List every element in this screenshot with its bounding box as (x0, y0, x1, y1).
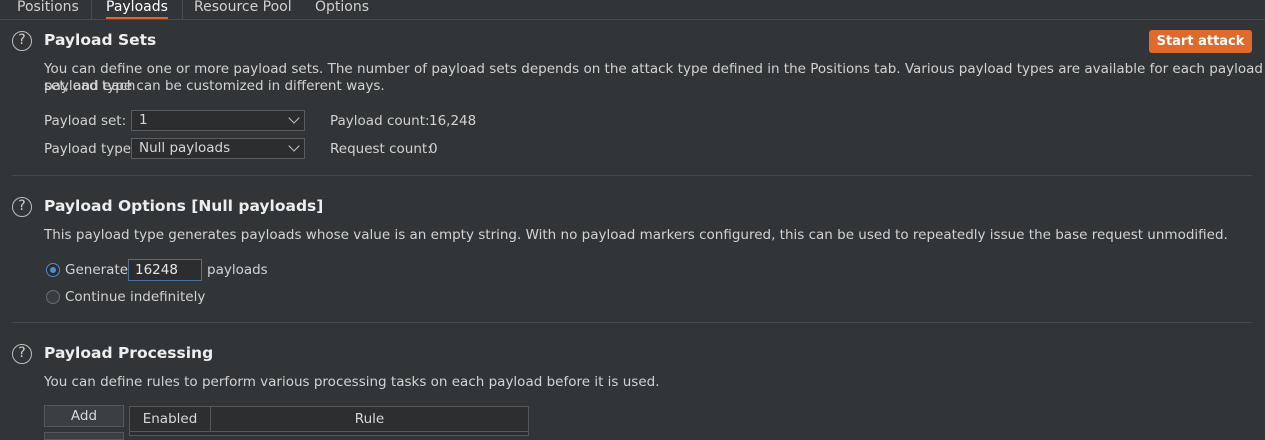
payload-type-select[interactable]: Null payloads (131, 138, 305, 159)
column-header-rule[interactable]: Rule (211, 407, 528, 432)
tab-options[interactable]: Options (315, 0, 369, 19)
payload-set-value: 1 (139, 112, 148, 128)
chevron-down-icon (288, 140, 300, 152)
payload-processing-description: You can define rules to perform various … (44, 374, 660, 390)
payload-sets-title: Payload Sets (44, 31, 157, 49)
chevron-down-icon (288, 112, 300, 124)
payload-set-label: Payload set: (44, 113, 127, 129)
continue-indefinitely-label: Continue indefinitely (65, 289, 206, 305)
section-divider (12, 175, 1252, 176)
request-count-label: Request count: (330, 141, 432, 157)
payload-type-value: Null payloads (139, 140, 231, 156)
payload-type-label: Payload type: (44, 141, 136, 157)
generate-count-input[interactable]: 16248 (128, 259, 202, 281)
payload-options-title: Payload Options [Null payloads] (44, 197, 324, 215)
generate-label: Generate (65, 262, 129, 278)
tab-payloads[interactable]: Payloads (91, 0, 183, 19)
payload-sets-description-line2: payload type can be customized in differ… (44, 78, 385, 94)
payload-processing-title: Payload Processing (44, 344, 214, 362)
add-rule-button[interactable]: Add (44, 405, 124, 427)
request-count-value: 0 (429, 141, 438, 157)
section-divider (12, 322, 1252, 323)
help-icon[interactable]: ? (12, 31, 32, 51)
tab-positions[interactable]: Positions (17, 0, 79, 19)
payload-count-label: Payload count: (330, 113, 430, 129)
column-header-enabled[interactable]: Enabled (130, 407, 211, 432)
edit-rule-button[interactable] (44, 432, 124, 440)
payload-set-select[interactable]: 1 (131, 110, 305, 131)
help-icon[interactable]: ? (12, 197, 32, 217)
payloads-suffix-label: payloads (207, 262, 268, 278)
start-attack-button[interactable]: Start attack (1149, 30, 1252, 53)
tab-resource-pool[interactable]: Resource Pool (194, 0, 292, 19)
continue-indefinitely-radio[interactable] (46, 290, 60, 304)
generate-radio[interactable] (46, 263, 60, 277)
help-icon[interactable]: ? (12, 344, 32, 364)
processing-rules-table: Enabled Rule (129, 406, 529, 436)
payload-count-value: 16,248 (429, 113, 477, 129)
payload-options-description: This payload type generates payloads who… (44, 227, 1228, 243)
tab-bar: Positions Payloads Resource Pool Options (0, 0, 1265, 20)
